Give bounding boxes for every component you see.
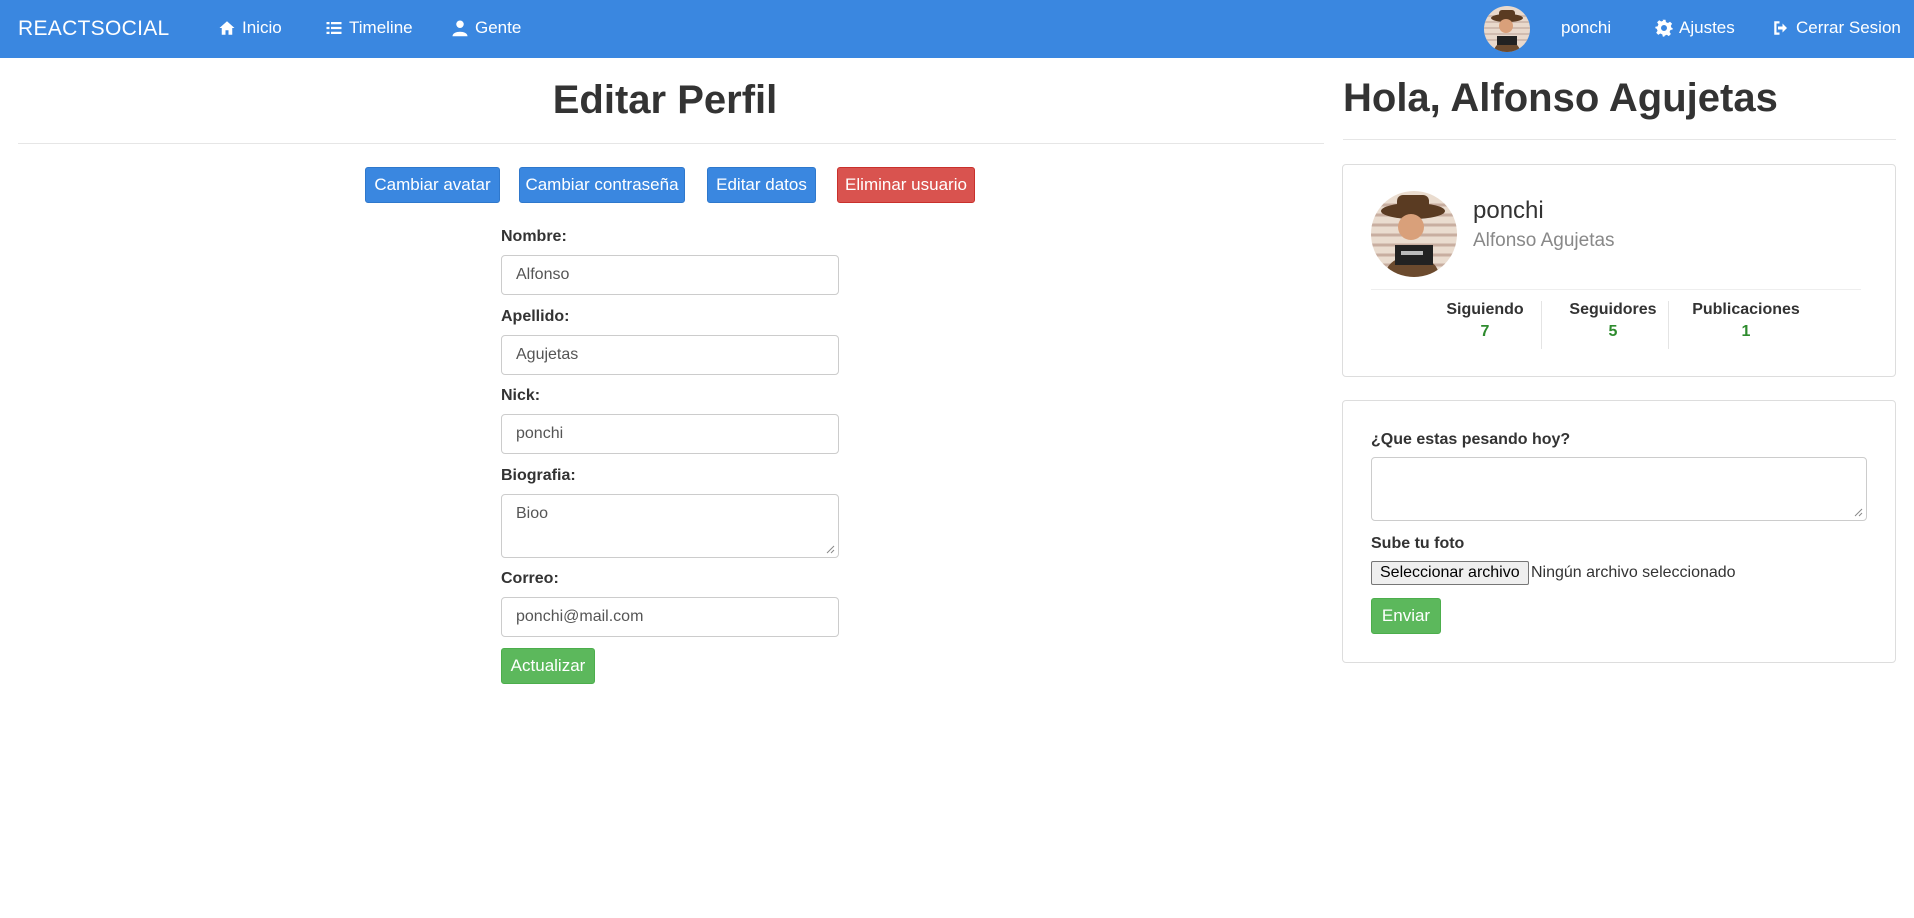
- profile-full-name: Alfonso Agujetas: [1473, 230, 1615, 251]
- email-label: Correo:: [501, 570, 559, 587]
- nav-link-label: Inicio: [242, 18, 282, 37]
- user-icon: [452, 20, 468, 37]
- bio-value: Bioo: [516, 505, 549, 522]
- nick-field[interactable]: ponchi: [501, 414, 839, 454]
- resize-grip-icon[interactable]: [1854, 508, 1863, 517]
- send-post-button[interactable]: Enviar: [1371, 598, 1441, 634]
- nav-user-nick-label: ponchi: [1561, 18, 1612, 37]
- tab-editar-datos[interactable]: Editar datos: [707, 167, 816, 203]
- nav-user-avatar[interactable]: [1484, 6, 1530, 52]
- stat-label: Siguiendo: [1446, 301, 1524, 318]
- stat-value: 1: [1741, 323, 1751, 340]
- file-select-button[interactable]: Seleccionar archivo: [1371, 561, 1529, 585]
- stat-divider: [1668, 301, 1669, 349]
- name-label: Nombre:: [501, 228, 567, 245]
- greeting-heading: Hola, Alfonso Agujetas: [1343, 76, 1778, 120]
- stat-label: Publicaciones: [1692, 301, 1800, 318]
- profile-avatar[interactable]: [1371, 191, 1457, 277]
- nav-link-gente[interactable]: Gente: [451, 18, 521, 38]
- file-status-text: Ningún archivo seleccionado: [1531, 564, 1736, 581]
- resize-grip-icon[interactable]: [826, 545, 835, 554]
- logout-icon: [1774, 21, 1787, 35]
- nav-link-ajustes[interactable]: Ajustes: [1655, 18, 1735, 38]
- nick-label: Nick:: [501, 387, 541, 404]
- nav-link-label: Timeline: [349, 18, 413, 37]
- list-icon: [326, 22, 342, 34]
- nav-link-label: Cerrar Sesion: [1796, 18, 1901, 37]
- post-textarea[interactable]: [1371, 457, 1867, 521]
- nav-link-inicio[interactable]: Inicio: [218, 18, 282, 38]
- profile-card: ponchi Alfonso Agujetas Siguiendo 7 Segu…: [1342, 164, 1896, 377]
- new-post-card: ¿Que estas pesando hoy? Sube tu foto Sel…: [1342, 400, 1896, 663]
- title-divider: [18, 143, 1324, 144]
- email-field[interactable]: ponchi@mail.com: [501, 597, 839, 637]
- page-title: Editar Perfil: [552, 78, 778, 122]
- photo-label: Sube tu foto: [1371, 535, 1465, 552]
- stat-label: Seguidores: [1569, 301, 1657, 318]
- name-field[interactable]: Alfonso: [501, 255, 839, 295]
- brand-logo[interactable]: REACTSOCIAL: [18, 17, 170, 41]
- stat-following[interactable]: Siguiendo 7: [1440, 301, 1530, 341]
- post-text-label: ¿Que estas pesando hoy?: [1371, 431, 1571, 448]
- greeting-divider: [1343, 139, 1896, 140]
- bio-label: Biografia:: [501, 467, 576, 484]
- stat-divider: [1541, 301, 1542, 349]
- profile-nick[interactable]: ponchi: [1473, 197, 1544, 225]
- home-icon: [219, 21, 235, 35]
- tab-cambiar-contrasena[interactable]: Cambiar contraseña: [519, 167, 685, 203]
- top-navbar: REACTSOCIAL Inicio Timeline Gente ponchi…: [0, 0, 1914, 58]
- update-button[interactable]: Actualizar: [501, 648, 595, 684]
- nav-link-cerrar-sesion[interactable]: Cerrar Sesion: [1772, 18, 1901, 38]
- gear-icon: [1655, 19, 1673, 37]
- tab-cambiar-avatar[interactable]: Cambiar avatar: [365, 167, 500, 203]
- stat-followers[interactable]: Seguidores 5: [1558, 301, 1668, 341]
- nav-user-nick[interactable]: ponchi: [1561, 18, 1611, 38]
- stat-publications[interactable]: Publicaciones 1: [1681, 301, 1811, 341]
- nav-link-timeline[interactable]: Timeline: [325, 18, 413, 38]
- surname-label: Apellido:: [501, 308, 570, 325]
- tab-eliminar-usuario[interactable]: Eliminar usuario: [837, 167, 975, 203]
- bio-textarea[interactable]: Bioo: [501, 494, 839, 558]
- profile-divider: [1371, 289, 1861, 290]
- surname-field[interactable]: Agujetas: [501, 335, 839, 375]
- stat-value: 5: [1608, 323, 1618, 340]
- nav-link-label: Ajustes: [1679, 18, 1735, 37]
- nav-link-label: Gente: [475, 18, 522, 37]
- stat-value: 7: [1480, 323, 1490, 340]
